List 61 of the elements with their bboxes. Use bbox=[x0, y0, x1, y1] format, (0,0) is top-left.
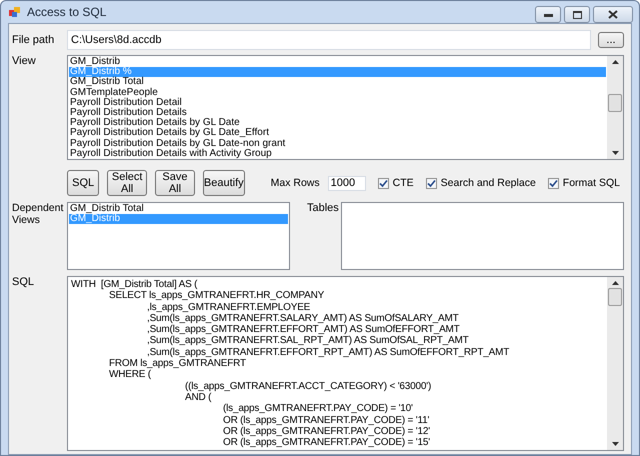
max-rows-field[interactable]: 1000 bbox=[328, 176, 366, 190]
list-item[interactable]: Payroll Distribution Detail bbox=[69, 98, 606, 108]
list-item[interactable]: Payroll Distribution Details by GL Date bbox=[69, 118, 606, 128]
field-label: File path bbox=[12, 34, 56, 46]
close-button[interactable] bbox=[593, 6, 633, 23]
list-item[interactable]: GM_Distrib Total bbox=[69, 77, 606, 88]
option-checkbox[interactable]: Search and Replace bbox=[426, 177, 536, 189]
field-label: Max Rows bbox=[270, 177, 320, 189]
code-line: WITH [GM_Distrib Total] AS ( bbox=[71, 279, 198, 290]
code-line: OR (ls_apps_GMTRANEFRT.PAY_CODE) = '12' bbox=[222, 426, 431, 438]
checkmark-icon bbox=[548, 178, 558, 188]
scroll-up-icon bbox=[612, 60, 618, 64]
code-line: ,Sum(ls_apps_GMTRANEFRT.EFFORT_AMT) AS SumOfEFFORT_AMT bbox=[146, 324, 461, 336]
list-item[interactable]: Payroll Distribution Details with Activity Group bbox=[69, 148, 606, 159]
minimize-button[interactable] bbox=[535, 6, 561, 23]
option-checkbox[interactable]: Format SQL bbox=[548, 177, 620, 189]
field-label: Dependent Views bbox=[12, 202, 64, 228]
scroll-up-icon bbox=[612, 281, 618, 285]
option-checkbox[interactable]: CTE bbox=[378, 177, 414, 189]
minimize-icon bbox=[544, 12, 552, 16]
action-button[interactable]: Select All bbox=[107, 170, 148, 196]
field-label: SQL bbox=[12, 276, 36, 290]
code-line: ,Sum(ls_apps_GMTRANEFRT.SAL_RPT_AMT) AS SumOfSAL_RPT_AMT bbox=[146, 335, 470, 347]
browse-button[interactable]: ... bbox=[598, 32, 624, 48]
code-line: ,Sum(ls_apps_GMTRANEFRT.SALARY_AMT) AS SumOfSALARY_AMT bbox=[146, 312, 460, 324]
action-button[interactable]: Save All bbox=[155, 170, 195, 196]
code-line: WHERE ( bbox=[108, 369, 152, 381]
scrollbar[interactable] bbox=[607, 277, 623, 450]
checkmark-icon bbox=[426, 178, 436, 188]
scroll-down-icon bbox=[612, 442, 618, 446]
list-item[interactable]: Payroll Distribution Details by GL Date-non grant bbox=[69, 138, 606, 149]
code-line: OR (ls_apps_GMTRANEFRT.PAY_CODE) = '15' bbox=[222, 437, 431, 448]
scrollbar[interactable] bbox=[607, 56, 623, 159]
field-label: Tables bbox=[307, 202, 340, 216]
scroll-thumb[interactable] bbox=[608, 288, 622, 306]
code-line: ,Sum(ls_apps_GMTRANEFRT.EFFORT_RPT_AMT) AS SumOfEFFORT_RPT_AMT bbox=[146, 346, 510, 358]
scroll-thumb[interactable] bbox=[608, 94, 622, 112]
action-button[interactable]: Beautify bbox=[202, 170, 245, 196]
maximize-icon bbox=[572, 10, 582, 18]
code-line: (ls_apps_GMTRANEFRT.PAY_CODE) = '10' bbox=[222, 403, 414, 415]
field-label: View bbox=[12, 55, 37, 69]
action-button[interactable]: SQL bbox=[67, 170, 100, 196]
list-item[interactable]: Payroll Distribution Details bbox=[69, 108, 606, 118]
list-item[interactable]: Payroll Distribution Details by GL Date_Effort bbox=[69, 128, 606, 138]
code-line: FROM ls_apps_GMTRANEFRT bbox=[108, 358, 247, 370]
code-line: ((ls_apps_GMTRANEFRT.ACCT_CATEGORY) < '63000') bbox=[184, 380, 432, 392]
list-item[interactable]: GMTemplatePeople bbox=[69, 88, 606, 98]
app-icon bbox=[9, 6, 21, 18]
list-item[interactable]: GM_Distrib bbox=[69, 57, 606, 68]
maximize-button[interactable] bbox=[564, 6, 590, 23]
scroll-down-icon bbox=[612, 151, 618, 155]
sql-text-area[interactable] bbox=[67, 276, 624, 452]
file-path-field[interactable]: C:\Users\8d.accdb bbox=[67, 30, 591, 50]
close-icon bbox=[608, 10, 618, 19]
checkmark-icon bbox=[378, 178, 388, 188]
code-line: SELECT ls_apps_GMTRANEFRT.HR_COMPANY bbox=[108, 290, 326, 302]
list-item[interactable]: GM_Distrib Total bbox=[69, 204, 288, 214]
code-line: OR (ls_apps_GMTRANEFRT.PAY_CODE) = '11' bbox=[222, 414, 430, 426]
code-line: AND ( bbox=[184, 392, 212, 404]
code-line: ,ls_apps_GMTRANEFRT.EMPLOYEE bbox=[146, 302, 312, 313]
window-title: Access to SQL bbox=[27, 5, 106, 19]
